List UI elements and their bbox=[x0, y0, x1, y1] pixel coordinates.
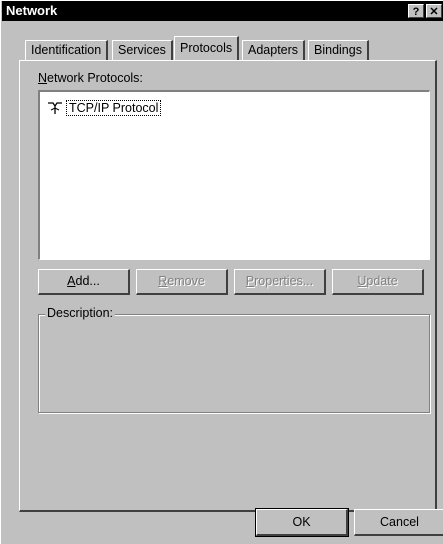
ok-button[interactable]: OK bbox=[255, 508, 349, 537]
description-groupbox bbox=[38, 314, 430, 413]
network-protocol-icon bbox=[46, 101, 64, 115]
title-bar[interactable]: Network ? ✕ bbox=[2, 1, 443, 21]
tab-identification[interactable]: Identification bbox=[25, 40, 109, 60]
remove-button[interactable]: Remove bbox=[136, 269, 228, 295]
help-button[interactable]: ? bbox=[408, 4, 424, 18]
list-item-label: TCP/IP Protocol bbox=[66, 100, 162, 116]
tab-bindings[interactable]: Bindings bbox=[308, 40, 369, 60]
tab-services[interactable]: Services bbox=[112, 40, 173, 60]
add-button[interactable]: Add... bbox=[38, 269, 130, 295]
network-dialog: Network ? ✕ Identification Services Prot… bbox=[0, 0, 443, 544]
description-label: Description: bbox=[45, 306, 115, 320]
properties-button[interactable]: Properties... bbox=[234, 269, 326, 295]
cancel-button[interactable]: Cancel bbox=[354, 509, 443, 536]
list-item[interactable]: TCP/IP Protocol bbox=[46, 100, 162, 116]
window-title: Network bbox=[6, 3, 58, 18]
protocols-list[interactable]: TCP/IP Protocol bbox=[38, 90, 430, 260]
tab-protocols[interactable]: Protocols bbox=[174, 36, 240, 60]
close-button[interactable]: ✕ bbox=[426, 4, 442, 18]
network-protocols-label: Network Protocols: bbox=[38, 71, 143, 85]
update-button[interactable]: Update bbox=[332, 269, 424, 295]
tab-adapters[interactable]: Adapters bbox=[242, 40, 306, 60]
